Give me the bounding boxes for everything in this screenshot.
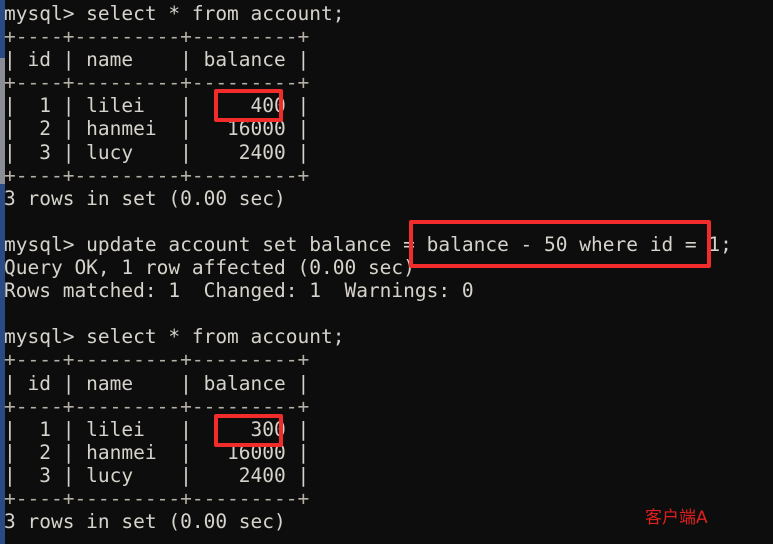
- terminal-line: | 2 | hanmei | 16000 |: [4, 117, 310, 141]
- terminal-window: mysql> select * from account; +----+----…: [0, 0, 773, 544]
- terminal-line: | 3 | lucy | 2400 |: [4, 463, 310, 487]
- terminal-line: | 1 | lilei | 300 |: [4, 417, 310, 441]
- terminal-line: mysql> select * from account;: [4, 2, 345, 25]
- client-annotation-label: 客户端A: [645, 508, 708, 528]
- terminal-line: mysql> update account set balance = bala…: [4, 232, 732, 256]
- terminal-line: 3 rows in set (0.00 sec): [4, 186, 286, 210]
- terminal-line: +----+---------+---------+: [4, 348, 310, 372]
- terminal-line: +----+---------+---------+: [4, 394, 310, 418]
- terminal-line: | id | name | balance |: [4, 371, 310, 395]
- terminal-line: | 2 | hanmei | 16000 |: [4, 440, 310, 464]
- terminal-output[interactable]: mysql> select * from account; +----+----…: [0, 0, 773, 544]
- terminal-line: | 1 | lilei | 400 |: [4, 94, 310, 118]
- terminal-line: Rows matched: 1 Changed: 1 Warnings: 0: [4, 279, 474, 303]
- terminal-line: +----+---------+---------+: [4, 486, 310, 510]
- terminal-line: +----+---------+---------+: [4, 71, 310, 95]
- terminal-line: mysql> select * from account;: [4, 325, 345, 349]
- terminal-line: +----+---------+---------+: [4, 25, 310, 49]
- terminal-line: | 3 | lucy | 2400 |: [4, 140, 310, 164]
- terminal-line: Query OK, 1 row affected (0.00 sec): [4, 256, 415, 280]
- terminal-line: | id | name | balance |: [4, 48, 310, 72]
- terminal-line: +----+---------+---------+: [4, 163, 310, 187]
